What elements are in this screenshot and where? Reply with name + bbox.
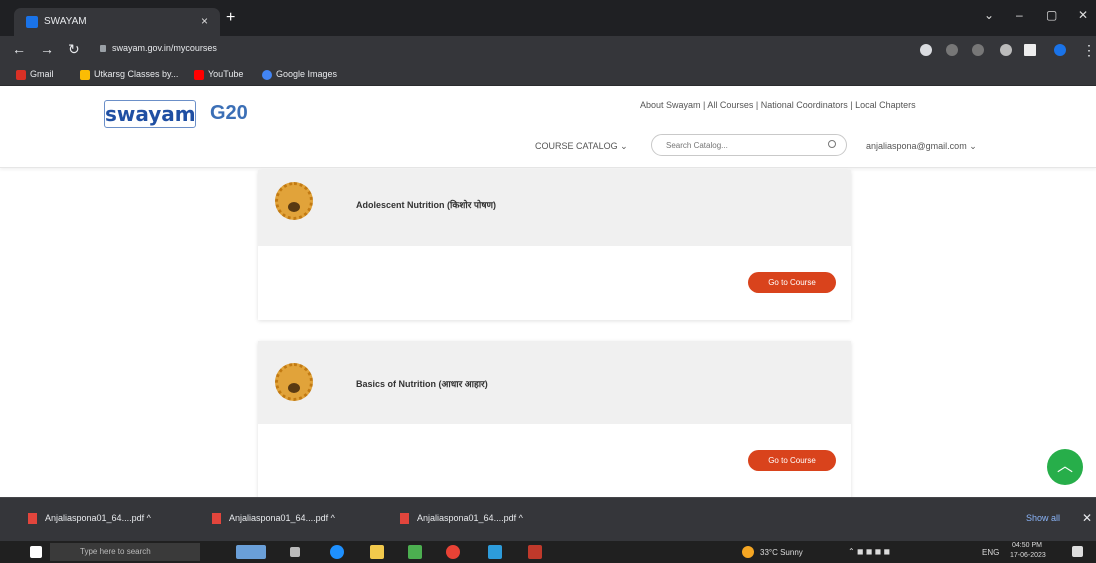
course-card: Basics of Nutrition (आधार आहार) Go to Co… [258, 341, 851, 497]
chrome-icon[interactable] [446, 545, 460, 559]
windows-taskbar: Type here to search 33°C Sunny ⌃ ◼ ◼ ◼ ◼… [0, 541, 1096, 563]
go-to-course-button[interactable]: Go to Course [748, 272, 836, 293]
g20-logo: G20 [210, 102, 248, 124]
course-catalog-dropdown[interactable]: COURSE CATALOG ⌄ [535, 141, 628, 152]
store-icon[interactable] [408, 545, 422, 559]
share-icon[interactable] [972, 44, 984, 56]
task-view-icon[interactable] [290, 547, 300, 557]
edge-icon[interactable] [330, 545, 344, 559]
course-title[interactable]: Basics of Nutrition (आधार आहार) [356, 377, 488, 390]
top-nav-links[interactable]: About Swayam | All Courses | National Co… [640, 100, 916, 110]
pdf-icon [212, 513, 221, 525]
search-input[interactable] [666, 139, 816, 152]
url-text: swayam.gov.in/mycourses [112, 43, 217, 53]
web-page: swayam G20 About Swayam | All Courses | … [0, 86, 1096, 497]
bookmark-youtube[interactable]: YouTube [194, 69, 243, 80]
minimize-button[interactable]: – [1016, 8, 1023, 22]
windows-start-icon[interactable] [30, 546, 42, 558]
course-card-body: Go to Course [258, 424, 851, 497]
bookmark-google-images[interactable]: Google Images [262, 69, 337, 80]
puzzle-extensions-icon[interactable] [1000, 44, 1012, 56]
profile-avatar[interactable] [1054, 44, 1066, 56]
address-bar: ← → ↻ swayam.gov.in/mycourses ⋮ [0, 36, 1096, 64]
gmail-icon [16, 69, 26, 80]
go-to-course-button[interactable]: Go to Course [748, 450, 836, 471]
show-all-downloads-link[interactable]: Show all [1026, 513, 1060, 523]
user-menu[interactable]: anjaliaspona@gmail.com ⌄ [866, 141, 977, 152]
pdf-icon [400, 513, 409, 525]
browser-tab-bar: SWAYAM × + ⌄ – ▢ ✕ [0, 0, 1096, 36]
forward-arrow-icon[interactable]: → [40, 42, 54, 56]
extension-icon[interactable] [920, 44, 932, 56]
download-bar: Anjaliaspona01_64....pdf ^ Anjaliaspona0… [0, 497, 1096, 541]
course-card: Adolescent Nutrition (किशोर पोषण) Go to … [258, 170, 851, 320]
maximize-button[interactable]: ▢ [1046, 8, 1057, 22]
translate-icon[interactable] [946, 44, 958, 56]
swayam-favicon-icon [26, 16, 38, 28]
search-icon[interactable] [828, 140, 836, 148]
browser-tab[interactable]: SWAYAM × [14, 8, 220, 36]
download-item[interactable]: Anjaliaspona01_64....pdf ^ [400, 513, 523, 525]
scroll-to-top-button[interactable]: ︿ [1047, 449, 1083, 485]
url-field[interactable]: swayam.gov.in/mycourses [100, 43, 217, 53]
download-item[interactable]: Anjaliaspona01_64....pdf ^ [28, 513, 151, 525]
bookmark-utkarsh[interactable]: Utkarsg Classes by... [80, 69, 178, 80]
bookmark-gmail[interactable]: Gmail [16, 69, 54, 80]
new-tab-button[interactable]: + [226, 10, 235, 26]
tab-search-icon[interactable]: ⌄ [984, 8, 994, 22]
close-download-bar-icon[interactable]: ✕ [1082, 511, 1092, 525]
notification-icon[interactable] [1072, 546, 1083, 557]
side-panel-icon[interactable] [1024, 44, 1036, 56]
lock-icon [100, 45, 106, 53]
catalog-search [651, 134, 847, 156]
close-window-button[interactable]: ✕ [1078, 8, 1088, 22]
weather-widget-icon[interactable] [236, 545, 266, 559]
tab-title: SWAYAM [44, 16, 87, 27]
file-explorer-icon[interactable] [370, 545, 384, 559]
tab-close-icon[interactable]: × [201, 14, 208, 28]
chevron-up-icon: ︿ [1056, 458, 1073, 475]
course-badge-icon [275, 182, 313, 220]
mail-icon[interactable] [488, 545, 502, 559]
bookmarks-bar: Gmail Utkarsg Classes by... YouTube Goog… [0, 64, 1096, 86]
course-badge-icon [275, 363, 313, 401]
download-item[interactable]: Anjaliaspona01_64....pdf ^ [212, 513, 335, 525]
sun-weather-icon [742, 546, 754, 558]
browser-menu-icon[interactable]: ⋮ [1082, 43, 1096, 57]
clock-date[interactable]: 17-06-2023 [1010, 552, 1046, 559]
language-indicator[interactable]: ENG [982, 548, 999, 557]
course-card-body: Go to Course [258, 246, 851, 320]
bookmark-folder-icon [80, 69, 90, 80]
swayam-logo[interactable]: swayam [104, 100, 196, 128]
course-title[interactable]: Adolescent Nutrition (किशोर पोषण) [356, 198, 496, 211]
taskbar-search[interactable]: Type here to search [50, 543, 200, 561]
youtube-icon [194, 69, 204, 80]
google-icon [262, 69, 272, 80]
app-icon[interactable] [528, 545, 542, 559]
back-arrow-icon[interactable]: ← [12, 42, 26, 56]
reload-icon[interactable]: ↻ [68, 42, 80, 56]
system-tray-icons[interactable]: ⌃ ◼ ◼ ◼ ◼ [848, 547, 890, 556]
clock-time[interactable]: 04:50 PM [1012, 542, 1042, 549]
pdf-icon [28, 513, 37, 525]
site-header: swayam G20 About Swayam | All Courses | … [0, 86, 1096, 168]
weather-text[interactable]: 33°C Sunny [760, 548, 803, 557]
